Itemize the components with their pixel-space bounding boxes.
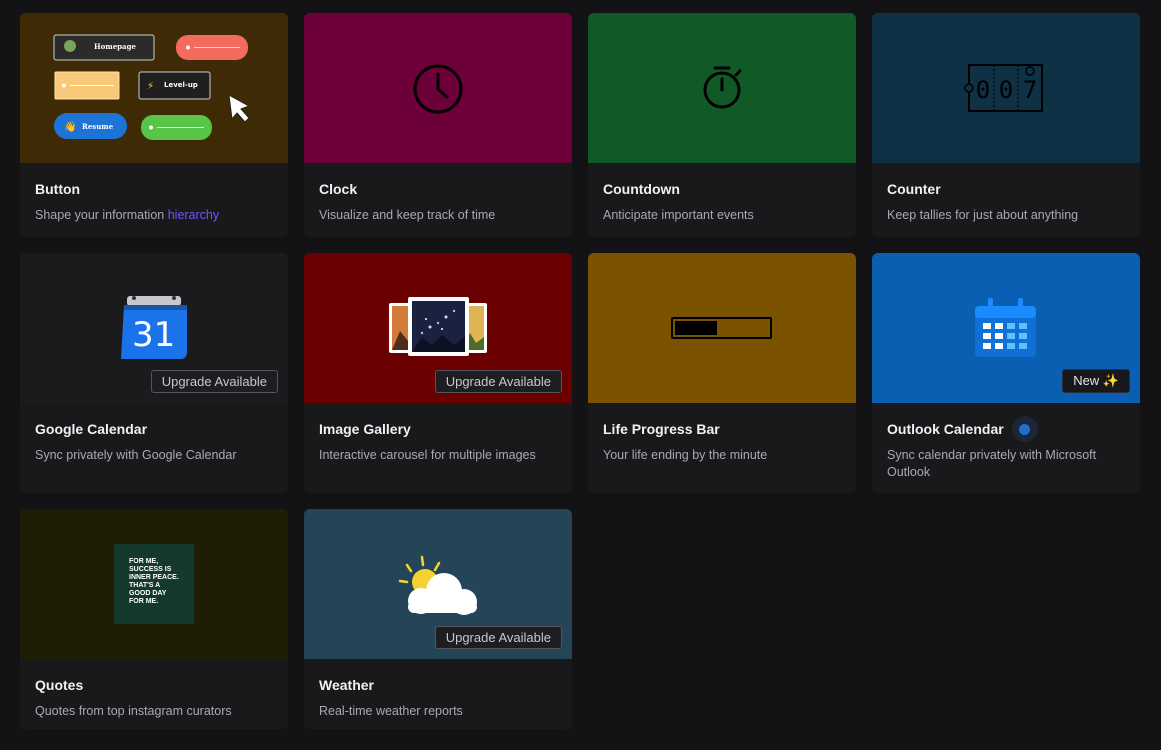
image-gallery-thumbnail: Upgrade Available [304,253,572,403]
widget-description: Keep tallies for just about anything [887,208,1079,222]
button-thumbnail: ⚡ 👋 Homepage Level-up Resume [20,13,288,163]
widget-description: Sync privately with Google Calendar [35,448,237,462]
calendar-day-number: 31 [132,315,176,355]
progress-bar-fill [675,321,717,335]
widget-description: Your life ending by the minute [603,448,768,462]
upgrade-available-badge[interactable]: Upgrade Available [434,626,562,649]
widget-card-countdown[interactable]: Countdown Anticipate important events [588,13,856,237]
stopwatch-icon [703,66,742,109]
counter-thumbnail: 0 0 7 [872,13,1140,163]
countdown-thumbnail [588,13,856,163]
widget-description: Visualize and keep track of time [319,208,496,222]
hierarchy-highlight: hierarchy [167,208,220,222]
widget-description: Shape your information hierarchy [35,208,220,222]
svg-text:⚡: ⚡ [147,81,154,92]
google-calendar-thumbnail: 31 Upgrade Available [20,253,288,403]
widget-description: Anticipate important events [603,208,754,222]
widget-card-quotes[interactable]: FOR ME, SUCCESS IS INNER PEACE. THAT'S A… [20,509,288,729]
widget-card-google-calendar[interactable]: 31 Upgrade Available Google Calendar Syn… [20,253,288,493]
widget-title: Image Gallery [319,421,411,437]
widget-title: Button [35,181,81,197]
new-badge[interactable]: New ✨ [1062,369,1130,393]
counter-digit-3: 7 [1022,76,1038,104]
svg-text:👋: 👋 [64,121,76,133]
widget-card-weather[interactable]: Upgrade Available Weather Real-time weat… [304,509,572,729]
upgrade-available-badge[interactable]: Upgrade Available [434,370,562,393]
widget-card-life-progress-bar[interactable]: Life Progress Bar Your life ending by th… [588,253,856,493]
widget-description: Interactive carousel for multiple images [319,448,536,462]
widget-title: Outlook Calendar [887,416,1125,442]
widget-card-outlook-calendar[interactable]: New ✨ Outlook Calendar Sync calendar pri… [872,253,1140,493]
quote-card-preview: FOR ME, SUCCESS IS INNER PEACE. THAT'S A… [114,544,194,624]
widget-title: Google Calendar [35,421,148,437]
button-preview-illustration: ⚡ 👋 [53,34,251,140]
counter-digit-1: 0 [975,76,991,104]
weather-thumbnail: Upgrade Available [304,509,572,659]
widget-card-button[interactable]: ⚡ 👋 Homepage Level-up Resume Button Shap… [20,13,288,237]
outlook-calendar-thumbnail: New ✨ [872,253,1140,403]
widget-card-counter[interactable]: 0 0 7 Counter Keep tallies for just abou… [872,13,1140,237]
widget-card-image-gallery[interactable]: Upgrade Available Image Gallery Interact… [304,253,572,493]
mini-level-up-label: Level-up [164,81,198,89]
status-dot-icon [1011,416,1038,442]
counter-digit-2: 0 [998,76,1014,104]
mini-homepage-label: Homepage [94,42,136,51]
clock-icon [413,64,463,114]
mini-resume-label: Resume [82,122,114,131]
upgrade-available-badge[interactable]: Upgrade Available [150,370,278,393]
widget-title: Life Progress Bar [603,421,720,437]
life-progress-thumbnail [588,253,856,403]
widget-grid: ⚡ 👋 Homepage Level-up Resume Button Shap… [20,13,1140,729]
progress-bar-icon [671,317,772,339]
widget-description: Quotes from top instagram curators [35,704,232,718]
clock-thumbnail [304,13,572,163]
widget-title: Counter [887,181,941,197]
widget-title: Clock [319,181,358,197]
widget-title: Weather [319,677,374,693]
quotes-thumbnail: FOR ME, SUCCESS IS INNER PEACE. THAT'S A… [20,509,288,659]
widget-title: Countdown [603,181,680,197]
widget-description: Sync calendar privately with Microsoft O… [887,448,1097,479]
widget-description: Real-time weather reports [319,704,463,718]
widget-card-clock[interactable]: Clock Visualize and keep track of time [304,13,572,237]
widget-title: Quotes [35,677,84,693]
